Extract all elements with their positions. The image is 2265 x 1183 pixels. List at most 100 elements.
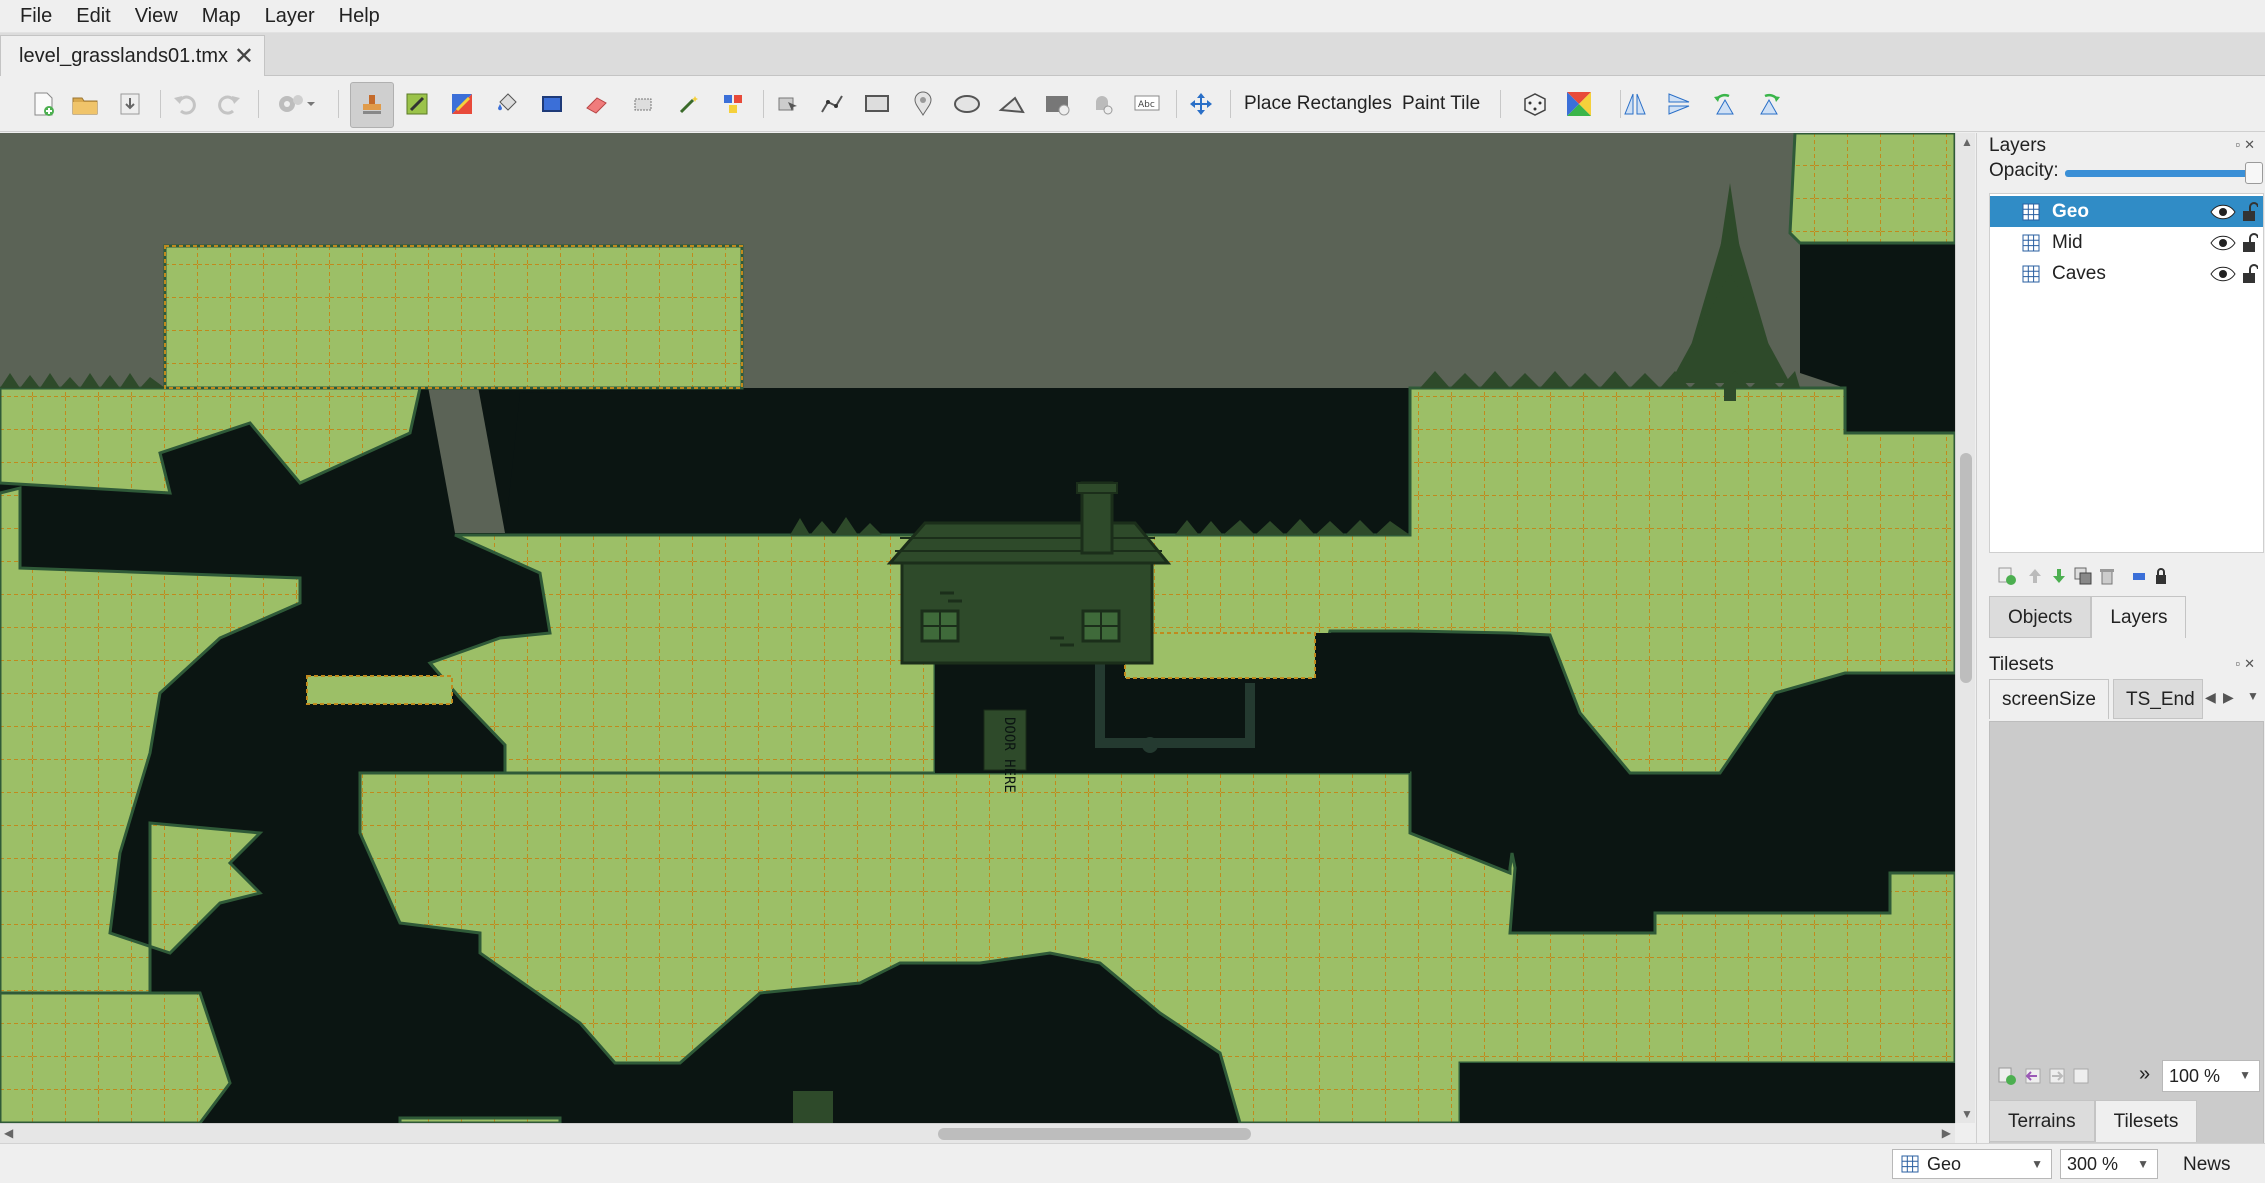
new-map-icon[interactable] (26, 87, 60, 121)
tab-tilesets[interactable]: Tilesets (2094, 1100, 2198, 1142)
cave-pillar (505, 388, 742, 535)
place-rectangles-button[interactable]: Place Rectangles (1244, 93, 1392, 115)
horizontal-scroll-thumb[interactable] (938, 1128, 1251, 1140)
insert-ellipse-icon[interactable] (950, 87, 984, 121)
undo-icon[interactable] (168, 87, 202, 121)
eye-icon[interactable] (2210, 266, 2236, 282)
menu-view[interactable]: View (123, 0, 190, 33)
zoom-combo[interactable]: 300 % ▼ (2060, 1149, 2158, 1179)
bucket-fill-icon[interactable] (490, 87, 524, 121)
menu-layer[interactable]: Layer (253, 0, 327, 33)
rotate-right-icon[interactable] (1752, 87, 1786, 121)
layer-row-mid[interactable]: Mid (1990, 227, 2263, 258)
command-icon[interactable] (270, 87, 322, 121)
eraser-icon[interactable] (580, 87, 614, 121)
paint-tile-button[interactable]: Paint Tile (1402, 93, 1480, 115)
unlock-icon[interactable] (2242, 232, 2258, 253)
more-tools-icon[interactable]: » (2139, 1063, 2150, 1086)
bottom-sign (793, 1091, 833, 1123)
random-mode-icon[interactable] (1518, 87, 1552, 121)
tab-layers[interactable]: Layers (2091, 596, 2187, 638)
layer-name: Mid (2052, 231, 2083, 253)
pipe-valve (1142, 737, 1158, 753)
map-canvas[interactable]: DOOR HERE (0, 133, 1955, 1123)
current-layer-name: Geo (1927, 1153, 1962, 1174)
raise-layer-icon[interactable] (2025, 566, 2045, 586)
layers-toolbar (1989, 561, 2264, 591)
insert-text-icon[interactable]: Abc (1130, 87, 1164, 121)
export-tileset-icon[interactable] (2047, 1066, 2067, 1086)
tabs-menu-chevron-icon[interactable]: ▼ (2247, 689, 2259, 703)
lock-icon[interactable] (2151, 566, 2171, 586)
magic-wand-icon[interactable] (672, 87, 706, 121)
news-button[interactable]: News (2183, 1154, 2231, 1176)
right-dock: Layers ▫✕ Opacity: Geo Mid Caves Objects… (1976, 133, 2265, 1183)
tab-screensize[interactable]: screenSize (1989, 679, 2109, 719)
tabs-scroll-right-icon[interactable]: ▶ (2223, 689, 2234, 706)
layer-row-geo[interactable]: Geo (1990, 196, 2263, 227)
open-icon[interactable] (68, 87, 102, 121)
insert-rectangle-icon[interactable] (860, 87, 894, 121)
insert-tile-icon[interactable] (1040, 87, 1074, 121)
move-icon[interactable] (1184, 87, 1218, 121)
vertical-scrollbar[interactable]: ▲ ▼ (1955, 133, 1975, 1123)
close-tab-icon[interactable]: ✕ (234, 42, 254, 71)
menu-map[interactable]: Map (190, 0, 253, 33)
layer-row-caves[interactable]: Caves (1990, 258, 2263, 289)
lower-layer-icon[interactable] (2049, 566, 2069, 586)
shape-fill-icon[interactable] (535, 87, 569, 121)
scroll-left-icon[interactable]: ◀ (4, 1126, 13, 1140)
horizontal-scrollbar[interactable]: ◀ ▶ (0, 1123, 1955, 1143)
tile-map[interactable]: DOOR HERE (0, 133, 1955, 1123)
edit-tileset-icon[interactable] (2071, 1066, 2091, 1086)
current-layer-combo[interactable]: Geo ▼ (1892, 1149, 2052, 1179)
scroll-right-icon[interactable]: ▶ (1942, 1126, 1951, 1140)
select-same-tile-icon[interactable] (716, 87, 750, 121)
duplicate-layer-icon[interactable] (2073, 566, 2093, 586)
tab-ts-end[interactable]: TS_End (2113, 679, 2203, 719)
edit-polygons-icon[interactable] (815, 87, 849, 121)
select-objects-icon[interactable] (771, 87, 805, 121)
opacity-slider-handle[interactable] (2245, 162, 2263, 184)
import-tileset-icon[interactable] (2023, 1066, 2043, 1086)
wang-fill-icon[interactable] (1562, 87, 1596, 121)
new-tileset-icon[interactable] (1997, 1066, 2017, 1086)
delete-layer-icon[interactable] (2097, 566, 2117, 586)
menu-file[interactable]: File (8, 0, 64, 33)
layer-name: Caves (2052, 262, 2106, 284)
tileset-zoom-combo[interactable]: 100 % ▼ (2162, 1060, 2260, 1092)
terrain-brush-icon[interactable] (400, 87, 434, 121)
menu-help[interactable]: Help (327, 0, 392, 33)
opacity-slider[interactable] (2065, 170, 2250, 177)
new-layer-icon[interactable] (1997, 566, 2017, 586)
insert-point-icon[interactable] (906, 87, 940, 121)
highlight-layer-icon[interactable] (2129, 566, 2149, 586)
wang-brush-icon[interactable] (445, 87, 479, 121)
document-tab[interactable]: level_grasslands01.tmx ✕ (0, 35, 265, 76)
rect-select-icon[interactable] (626, 87, 660, 121)
menu-bar: File Edit View Map Layer Help (0, 0, 2265, 33)
chevron-down-icon: ▼ (2137, 1157, 2149, 1171)
scroll-up-icon[interactable]: ▲ (1961, 135, 1973, 149)
stamp-brush-icon[interactable] (350, 82, 394, 128)
vertical-scroll-thumb[interactable] (1960, 453, 1972, 683)
tilesets-panel-float-close-icon[interactable]: ▫✕ (2235, 656, 2259, 672)
scroll-down-icon[interactable]: ▼ (1961, 1107, 1973, 1121)
menu-edit[interactable]: Edit (64, 0, 122, 33)
redo-icon[interactable] (212, 87, 246, 121)
flip-horizontal-icon[interactable] (1618, 87, 1652, 121)
insert-polygon-icon[interactable] (995, 87, 1029, 121)
unlock-icon[interactable] (2242, 263, 2258, 284)
eye-icon[interactable] (2210, 235, 2236, 251)
insert-template-icon[interactable] (1085, 87, 1119, 121)
tab-terrains[interactable]: Terrains (1989, 1100, 2095, 1142)
eye-icon[interactable] (2210, 204, 2236, 220)
tabs-scroll-left-icon[interactable]: ◀ (2205, 689, 2216, 706)
tab-objects[interactable]: Objects (1989, 596, 2092, 638)
layers-panel-float-close-icon[interactable]: ▫✕ (2235, 137, 2259, 153)
unlock-icon[interactable] (2242, 201, 2258, 222)
rotate-left-icon[interactable] (1708, 87, 1742, 121)
flip-vertical-icon[interactable] (1662, 87, 1696, 121)
tile-layer-icon (1901, 1155, 1919, 1173)
save-icon[interactable] (113, 87, 147, 121)
